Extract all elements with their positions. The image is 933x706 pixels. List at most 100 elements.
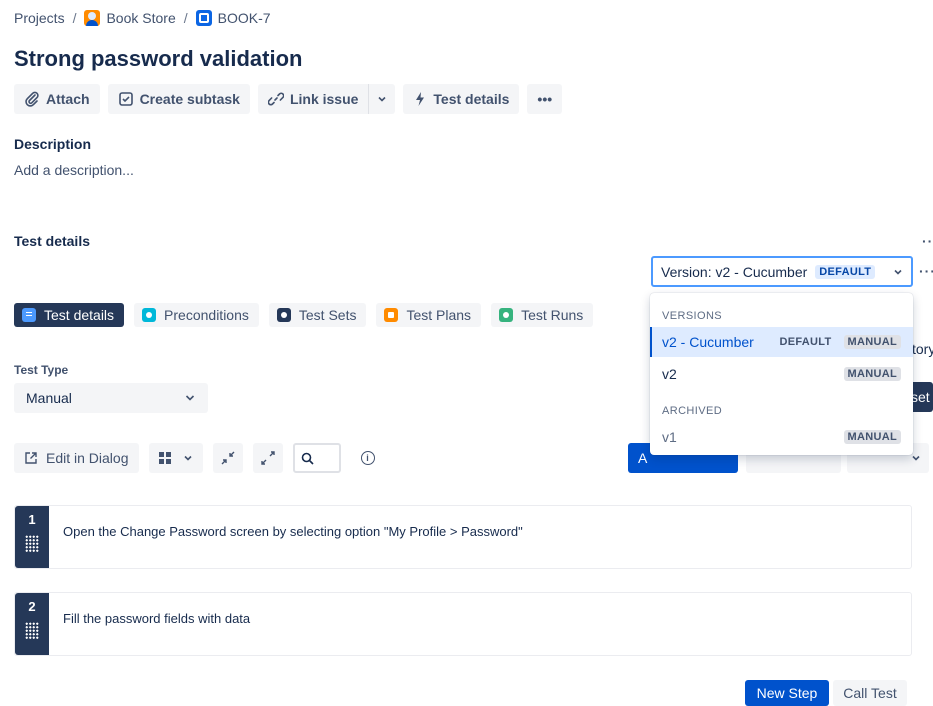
collapse-icon xyxy=(221,451,234,465)
tab-preconditions[interactable]: Preconditions xyxy=(134,303,259,327)
link-issue-button[interactable]: Link issue xyxy=(257,84,369,114)
manual-badge: MANUAL xyxy=(843,430,901,444)
test-step-row[interactable]: 2 Fill the password fields with data xyxy=(14,592,912,656)
expand-icon xyxy=(260,451,275,465)
dropdown-group-label: VERSIONS xyxy=(662,310,723,322)
version-option-v2-cucumber[interactable]: v2 - Cucumber DEFAULT MANUAL xyxy=(650,327,913,357)
test-details-button[interactable]: Test details xyxy=(403,84,520,114)
paperclip-icon xyxy=(25,91,39,107)
grid-view-icon xyxy=(158,452,171,464)
test-details-label: Test details xyxy=(433,91,510,107)
step-number-handle[interactable]: 2 xyxy=(15,593,49,655)
collapse-button[interactable] xyxy=(212,443,243,473)
list-icon xyxy=(22,308,36,322)
add-button-label: A xyxy=(638,450,648,466)
tab-test-runs[interactable]: Test Runs xyxy=(491,303,594,327)
step-action-text[interactable]: Open the Change Password screen by selec… xyxy=(49,506,537,568)
test-runs-icon xyxy=(499,308,514,322)
call-test-button[interactable]: Call Test xyxy=(833,680,907,706)
project-avatar-icon xyxy=(84,10,101,26)
tab-label: Test details xyxy=(44,307,115,323)
create-subtask-label: Create subtask xyxy=(139,91,240,107)
default-badge: DEFAULT xyxy=(779,336,832,348)
chevron-down-icon xyxy=(912,455,920,461)
search-icon xyxy=(301,452,314,465)
info-icon[interactable]: i xyxy=(360,451,375,465)
breadcrumb-issue-key-link[interactable]: BOOK-7 xyxy=(218,10,271,26)
step-number-handle[interactable]: 1 xyxy=(15,506,49,568)
tab-test-details[interactable]: Test details xyxy=(14,303,125,327)
page-title[interactable]: Strong password validation xyxy=(14,46,302,72)
attach-button[interactable]: Attach xyxy=(14,84,100,114)
breadcrumb-separator: / xyxy=(72,10,77,26)
reset-label: set xyxy=(911,389,930,405)
default-badge: DEFAULT xyxy=(815,264,876,279)
chevron-down-icon xyxy=(183,455,192,461)
description-heading: Description xyxy=(14,136,92,152)
drag-handle-icon[interactable] xyxy=(25,535,39,553)
version-select[interactable]: Version: v2 - Cucumber DEFAULT xyxy=(651,256,913,287)
link-issue-label: Link issue xyxy=(289,91,359,107)
version-option-v1[interactable]: v1 MANUAL xyxy=(650,422,913,452)
preconditions-icon xyxy=(142,308,157,322)
external-edit-icon xyxy=(25,452,37,464)
tab-label: Test Sets xyxy=(298,307,357,323)
chevron-down-icon xyxy=(894,269,902,275)
test-type-label: Test Type xyxy=(14,363,69,377)
new-step-button[interactable]: New Step xyxy=(745,680,829,706)
steps-toolbar: Edit in Dialog i xyxy=(14,443,375,473)
tab-label: Preconditions xyxy=(164,307,249,323)
step-action-text[interactable]: Fill the password fields with data xyxy=(49,593,264,655)
test-details-heading: Test details xyxy=(14,233,90,249)
more-icon: ••• xyxy=(537,91,553,107)
version-option-name: v1 xyxy=(662,429,677,445)
tab-label: Test Runs xyxy=(521,307,584,323)
breadcrumb: Projects / Book Store / BOOK-7 xyxy=(14,10,271,26)
test-step-row[interactable]: 1 Open the Change Password screen by sel… xyxy=(14,505,912,569)
tab-test-sets[interactable]: Test Sets xyxy=(268,303,367,327)
drag-handle-icon[interactable] xyxy=(25,622,39,640)
step-number: 1 xyxy=(28,512,36,527)
test-details-tabs: Test details Preconditions Test Sets Tes… xyxy=(14,303,594,327)
manual-badge: MANUAL xyxy=(843,367,901,381)
test-issue-type-icon xyxy=(195,10,212,26)
chevron-down-icon xyxy=(185,395,195,401)
test-plans-icon xyxy=(384,308,399,322)
expand-button[interactable] xyxy=(252,443,283,473)
call-test-label: Call Test xyxy=(843,685,897,701)
test-type-value: Manual xyxy=(26,390,72,406)
step-number: 2 xyxy=(28,599,36,614)
panel-more-icon[interactable]: ·· xyxy=(922,233,933,249)
steps-search-input[interactable] xyxy=(292,443,341,473)
edit-in-dialog-button[interactable]: Edit in Dialog xyxy=(14,443,139,473)
link-icon xyxy=(267,92,284,106)
attach-label: Attach xyxy=(46,91,90,107)
version-option-name: v2 xyxy=(662,366,677,382)
version-option-v2[interactable]: v2 MANUAL xyxy=(650,359,913,389)
version-more-icon[interactable]: ··· xyxy=(919,263,933,279)
link-issue-dropdown-button[interactable] xyxy=(368,84,396,114)
test-type-select[interactable]: Manual xyxy=(14,383,208,413)
breadcrumb-projects-link[interactable]: Projects xyxy=(14,10,65,26)
create-subtask-button[interactable]: Create subtask xyxy=(107,84,250,114)
issue-action-bar: Attach Create subtask Link issue Test de… xyxy=(14,84,563,114)
tab-label: Test Plans xyxy=(406,307,472,323)
breadcrumb-separator: / xyxy=(183,10,188,26)
dropdown-group-label: ARCHIVED xyxy=(662,405,723,417)
version-dropdown-menu: VERSIONS v2 - Cucumber DEFAULT MANUAL v2… xyxy=(650,293,913,455)
new-step-label: New Step xyxy=(756,685,818,701)
more-actions-button[interactable]: ••• xyxy=(527,84,563,114)
breadcrumb-project-link[interactable]: Book Store xyxy=(106,10,175,26)
chevron-down-icon xyxy=(378,96,386,102)
subtask-icon xyxy=(118,92,133,106)
description-field[interactable]: Add a description... xyxy=(14,162,134,178)
lightning-icon xyxy=(416,92,425,106)
manual-badge: MANUAL xyxy=(843,335,901,349)
tab-test-plans[interactable]: Test Plans xyxy=(376,303,482,327)
version-option-name: v2 - Cucumber xyxy=(662,334,754,350)
view-mode-button[interactable] xyxy=(148,443,203,473)
edit-in-dialog-label: Edit in Dialog xyxy=(46,450,129,466)
history-link-fragment[interactable]: tory xyxy=(912,341,933,357)
test-sets-icon xyxy=(276,308,291,322)
version-select-value: Version: v2 - Cucumber xyxy=(661,263,808,280)
